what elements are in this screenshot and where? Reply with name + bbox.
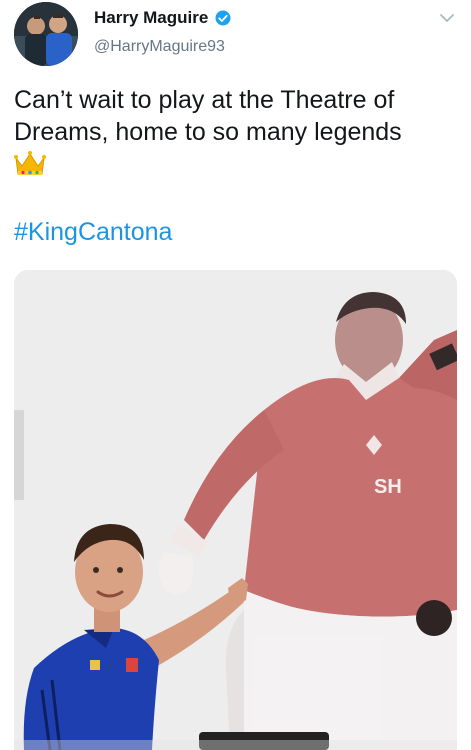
tweet-header: Harry Maguire @HarryMaguire93 xyxy=(0,0,471,72)
verified-badge-icon xyxy=(215,10,231,26)
tweet-media-photo[interactable]: SH xyxy=(14,270,457,750)
author-name-text: Harry Maguire xyxy=(94,8,209,27)
crown-emoji-icon xyxy=(14,151,46,175)
mural-shirt-sponsor: SH xyxy=(374,476,402,498)
photo-harry-maguire-with-cantona-mural: SH xyxy=(14,270,457,750)
author-name[interactable]: Harry Maguire xyxy=(94,8,232,28)
tweet-text: Can’t wait to play at the Theatre of Dre… xyxy=(14,86,402,146)
avatar-photo xyxy=(14,2,78,66)
author-handle[interactable]: @HarryMaguire93 xyxy=(94,38,225,56)
chevron-down-icon[interactable] xyxy=(439,10,455,26)
author-avatar[interactable] xyxy=(14,2,78,66)
hashtag-link[interactable]: #KingCantona xyxy=(14,218,172,247)
